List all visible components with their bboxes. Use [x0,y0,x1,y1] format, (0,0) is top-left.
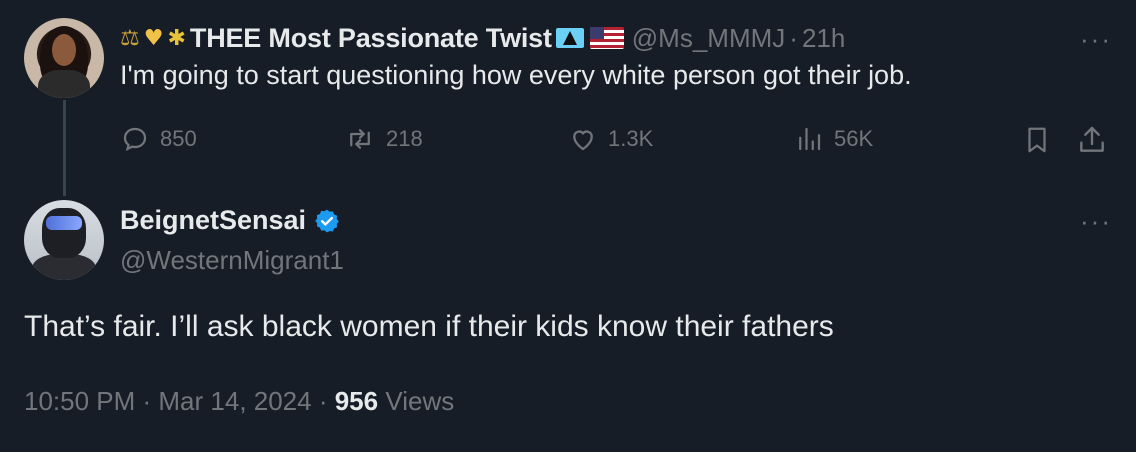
like-button[interactable]: 1.3K [568,124,653,154]
user-handle[interactable]: @Ms_MMMJ [632,23,786,54]
retweet-button[interactable]: 218 [344,124,423,154]
timestamp[interactable]: 10:50 PM · Mar 14, 2024 · [24,386,327,416]
display-name[interactable]: THEE Most Passionate Twist [190,23,552,54]
like-count: 1.3K [608,126,654,151]
heart-icon [573,130,593,151]
tweet-actions-bar: 850 218 1.3K 56K [118,124,1116,164]
avatar[interactable] [24,18,104,98]
views-count: 956 [334,386,379,416]
views-chart-icon [799,127,821,151]
yellow-heart-icon: ♥ [143,25,164,51]
more-options-button[interactable]: ··· [1080,26,1112,52]
verified-badge-icon [315,209,339,232]
share-icon [1080,126,1104,152]
bookmark-button[interactable] [1022,124,1052,156]
us-flag-icon [589,27,624,49]
retweet-count: 218 [386,126,423,151]
tweet-text: I'm going to start questioning how every… [120,60,912,90]
avatar[interactable] [24,200,104,280]
user-handle[interactable]: @WesternMigrant1 [120,245,344,276]
reply-count: 850 [160,126,197,151]
more-options-button[interactable]: ··· [1080,208,1112,234]
timestamp[interactable]: 21h [802,23,845,54]
reply-icon [123,127,147,152]
tweet-meta: 10:50 PM · Mar 14, 2024 · 956 Views [24,386,454,417]
thread-connector-line [63,100,66,196]
bookmark-icon [1028,127,1046,153]
separator-dot: · [789,22,798,53]
bee-icon: ✱ [167,25,186,51]
views-label: Views [385,386,455,416]
saint-lucia-flag-icon [555,28,584,48]
share-button[interactable] [1076,124,1108,156]
avatar-face [52,34,76,66]
views-count: 56K [834,126,874,151]
avatar-goggles [46,216,82,230]
reply-button[interactable]: 850 [120,124,197,154]
balance-scale-icon: ⚖ [120,25,140,51]
tweet1-header: ⚖ ♥ ✱ THEE Most Passionate Twist @Ms_MMM… [120,20,845,56]
display-name[interactable]: BeignetSensai [120,205,306,236]
avatar-body [38,70,90,98]
retweet-icon [350,129,370,149]
tweet-text: That’s fair. I’ll ask black women if the… [24,310,834,343]
tweet2-header: BeignetSensai [120,205,340,236]
views-button[interactable]: 56K [794,124,873,154]
